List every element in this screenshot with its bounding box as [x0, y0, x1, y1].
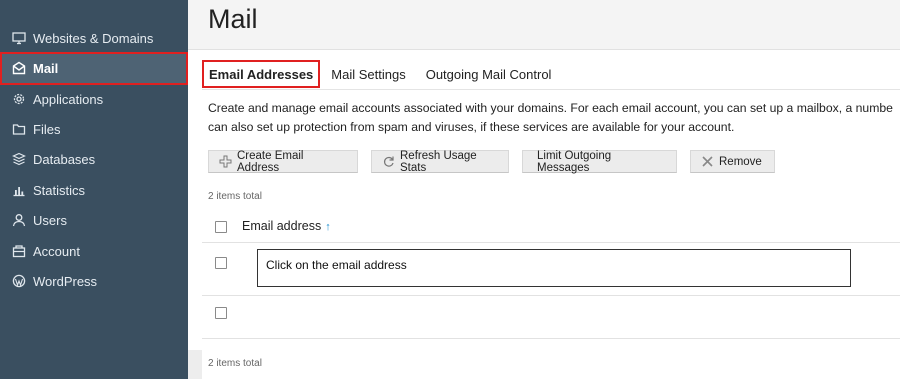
- tab-bar: Email Addresses Mail Settings Outgoing M…: [202, 60, 562, 90]
- sidebar-item-label: Account: [33, 243, 80, 259]
- sidebar-item-label: Databases: [33, 151, 96, 167]
- toolbar: Create Email Address Refresh Usage Stats…: [208, 150, 788, 174]
- refresh-usage-stats-label: Refresh Usage Stats: [400, 149, 477, 174]
- tab-email-addresses[interactable]: Email Addresses: [202, 60, 321, 88]
- limit-outgoing-messages-label: Limit Outgoing Messages: [537, 149, 612, 174]
- sidebar-item-label: Mail: [33, 60, 59, 76]
- tab-outgoing-mail-control[interactable]: Outgoing Mail Control: [417, 60, 561, 88]
- sidebar-item-files[interactable]: Files: [0, 114, 188, 144]
- email-address-column-header[interactable]: Email address ↑: [242, 219, 331, 233]
- plus-icon: [219, 155, 232, 168]
- row-checkbox-2[interactable]: [215, 307, 227, 319]
- sort-ascending-icon: ↑: [325, 221, 331, 233]
- sidebar-item-users[interactable]: Users: [0, 205, 188, 235]
- mail-icon: [12, 61, 26, 75]
- page-title: Mail: [208, 4, 258, 34]
- row-checkbox-1[interactable]: [215, 257, 227, 269]
- sidebar-item-label: Users: [33, 212, 67, 228]
- database-icon: [12, 152, 26, 166]
- instruction-annotation: Click on the email address: [257, 249, 851, 287]
- sidebar-item-label: Applications: [33, 91, 104, 107]
- create-email-address-button[interactable]: Create Email Address: [208, 149, 358, 174]
- page-description: Create and manage email accounts associa…: [208, 99, 900, 137]
- sidebar-item-statistics[interactable]: Statistics: [0, 175, 188, 205]
- sidebar-item-websites-domains[interactable]: Websites & Domains: [0, 23, 188, 53]
- wordpress-icon: [12, 274, 26, 288]
- monitor-icon: [12, 31, 26, 45]
- account-icon: [12, 244, 26, 258]
- description-line-2: can also set up protection from spam and…: [208, 120, 735, 134]
- scroll-gutter: [188, 350, 202, 379]
- sidebar-item-databases[interactable]: Databases: [0, 144, 188, 174]
- instruction-annotation-text: Click on the email address: [266, 258, 407, 272]
- description-line-1: Create and manage email accounts associa…: [208, 101, 893, 115]
- sidebar-item-label: WordPress: [33, 273, 98, 289]
- refresh-icon: [382, 155, 395, 168]
- items-total-bottom: 2 items total: [208, 358, 262, 369]
- folder-icon: [12, 122, 26, 136]
- sidebar-item-label: Websites & Domains: [33, 30, 154, 46]
- create-email-address-label: Create Email Address: [237, 149, 304, 174]
- row-divider: [202, 295, 900, 296]
- refresh-usage-stats-button[interactable]: Refresh Usage Stats: [371, 149, 509, 174]
- select-all-checkbox[interactable]: [215, 221, 227, 233]
- sidebar-item-mail[interactable]: Mail: [0, 53, 188, 83]
- tabs-divider: [202, 89, 900, 90]
- sidebar-item-label: Files: [33, 121, 61, 137]
- column-header-label: Email address: [242, 219, 322, 233]
- table-row-2[interactable]: [236, 297, 851, 330]
- sidebar-item-applications[interactable]: Applications: [0, 84, 188, 114]
- items-total-top: 2 items total: [208, 191, 262, 202]
- limit-outgoing-messages-button[interactable]: Limit Outgoing Messages: [522, 149, 677, 174]
- sidebar: Websites & Domains Mail Applications Fil…: [0, 0, 188, 379]
- page-header: Mail: [188, 0, 900, 50]
- main-content: Mail Email Addresses Mail Settings Outgo…: [188, 0, 900, 379]
- tab-mail-settings[interactable]: Mail Settings: [322, 60, 414, 88]
- sidebar-item-label: Statistics: [33, 182, 86, 198]
- user-icon: [12, 213, 26, 227]
- gear-icon: [12, 92, 26, 106]
- remove-icon: [701, 155, 714, 168]
- row-divider: [202, 338, 900, 339]
- sidebar-item-account[interactable]: Account: [0, 236, 188, 266]
- row-divider: [202, 242, 900, 243]
- sidebar-item-wordpress[interactable]: WordPress: [0, 266, 188, 296]
- remove-label: Remove: [719, 155, 762, 168]
- remove-button[interactable]: Remove: [690, 150, 775, 173]
- bar-chart-icon: [12, 183, 26, 197]
